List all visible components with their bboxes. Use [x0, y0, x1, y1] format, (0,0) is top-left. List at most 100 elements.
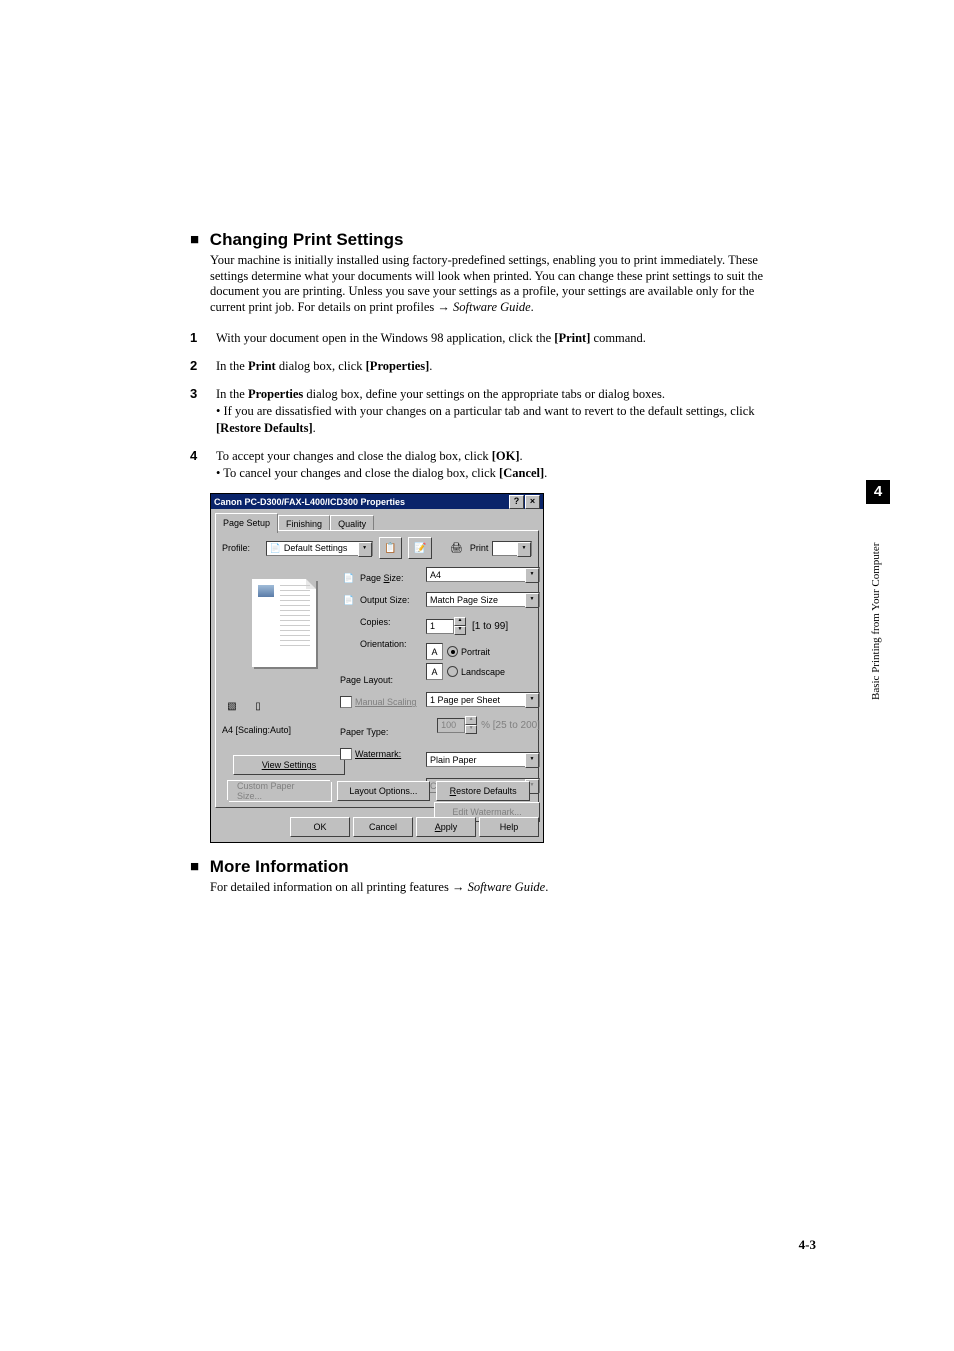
view-settings-button[interactable]: View Settings [233, 755, 345, 775]
software-guide-ref: Software Guide [453, 300, 531, 314]
help-icon[interactable]: ? [509, 495, 524, 509]
landscape-A-icon: A [426, 663, 443, 680]
t: dialog box, click [276, 359, 366, 373]
t: • To cancel your changes and close the d… [216, 466, 499, 480]
dialog-titlebar: Canon PC-D300/FAX-L400/ICD300 Properties… [211, 494, 543, 509]
step-number: 3 [190, 386, 216, 436]
t: For detailed information on all printing… [210, 880, 468, 894]
square-bullet-icon: ■ [190, 231, 199, 248]
t: . [520, 449, 523, 463]
chevron-down-icon[interactable]: ▼ [525, 593, 539, 608]
step-body: With your document open in the Windows 9… [216, 330, 784, 346]
page-size-icon: 📄 [340, 573, 358, 584]
page-layout-combo[interactable]: 1 Page per Sheet ▼ [426, 692, 540, 707]
more-info-paragraph: For detailed information on all printing… [210, 880, 784, 895]
t: command. [590, 331, 646, 345]
step-2: 2 In the Print dialog box, click [Proper… [190, 358, 784, 374]
print-dlg: Print [248, 359, 276, 373]
restore-defaults-ref: [Restore Defaults] [216, 421, 313, 435]
output-size-combo[interactable]: Match Page Size ▼ [426, 592, 540, 607]
help-button[interactable]: Help [479, 817, 539, 837]
paper-type-value: Plain Paper [430, 755, 477, 765]
scaling-spinner: 100 ▲▼ % [25 to 200] [426, 716, 540, 734]
chevron-down-icon[interactable]: ▼ [358, 542, 372, 557]
edit-profile-button[interactable]: 📝 [408, 537, 432, 559]
chevron-down-icon[interactable]: ▼ [525, 568, 539, 583]
copies-range: [1 to 99] [472, 621, 508, 632]
page-size-value: A4 [430, 570, 441, 580]
t: • If you are dissatisfied with your chan… [216, 404, 755, 418]
paper-type-combo[interactable]: Plain Paper ▼ [426, 752, 540, 767]
scaling-value: 100 [437, 718, 465, 733]
profile-icon: 📄 [270, 543, 281, 554]
spin-down-icon[interactable]: ▼ [454, 626, 466, 635]
dialog-button-row: OK Cancel Apply Help [215, 817, 539, 839]
step-number: 4 [190, 448, 216, 482]
copies-spinner[interactable]: 1 ▲▼ [1 to 99] [426, 617, 540, 635]
watermark-label: Watermark: [355, 749, 401, 759]
add-profile-button[interactable]: 📋 [379, 537, 403, 559]
t: . [544, 466, 547, 480]
page-layout-value: 1 Page per Sheet [430, 695, 500, 705]
hatch-icon[interactable]: ▧ [222, 697, 242, 715]
restore-defaults-button[interactable]: Restore Defaults [436, 781, 530, 801]
ok-button[interactable]: OK [290, 817, 350, 837]
orientation-label: Orientation: [360, 639, 407, 649]
output-method-combo[interactable]: ▼ [492, 541, 532, 556]
view-settings-label: View Settings [262, 760, 316, 770]
side-caption: Basic Printing from Your Computer [870, 520, 884, 700]
apply-button[interactable]: Apply [416, 817, 476, 837]
t: In the [216, 387, 248, 401]
chevron-down-icon[interactable]: ▼ [525, 753, 539, 768]
profile-combo[interactable]: 📄 Default Settings ▼ [266, 541, 373, 556]
chapter-tab: 4 [866, 480, 890, 504]
custom-paper-size-button: Custom Paper Size... [228, 781, 331, 801]
t: . [429, 359, 432, 373]
properties-dialog: Canon PC-D300/FAX-L400/ICD300 Properties… [210, 493, 544, 843]
page-size-combo[interactable]: A4 ▼ [426, 567, 540, 582]
layout-options-button[interactable]: Layout Options... [337, 781, 431, 801]
intro-paragraph: Your machine is initially installed usin… [210, 253, 784, 316]
step-3: 3 In the Properties dialog box, define y… [190, 386, 784, 436]
output-size-label: Output Size: [360, 595, 410, 605]
heading-text: More Information [210, 857, 349, 876]
heading-text: Changing Print Settings [210, 230, 404, 249]
page-number: 4-3 [799, 1237, 816, 1253]
inner-button-row: Custom Paper Size... Layout Options... R… [228, 781, 530, 801]
chevron-down-icon[interactable]: ▼ [517, 542, 531, 557]
portrait-radio-row: A Portrait [426, 643, 540, 660]
step-3-sub: • If you are dissatisfied with your chan… [216, 403, 784, 436]
section-heading-changing: ■ Changing Print Settings [190, 230, 784, 250]
manual-scaling-label: Manual Scaling [355, 697, 417, 707]
landscape-label: Landscape [461, 667, 505, 677]
spin-up-icon[interactable]: ▲ [454, 617, 466, 626]
manual-scaling-checkbox[interactable] [340, 696, 352, 708]
cancel-button[interactable]: Cancel [353, 817, 413, 837]
portrait-radio[interactable] [447, 646, 458, 657]
preview-mode-icons: ▧ ▯ [222, 697, 268, 715]
t: In the [216, 359, 248, 373]
properties-btn-ref: [Properties] [366, 359, 430, 373]
output-size-value: Match Page Size [430, 595, 498, 605]
chevron-down-icon[interactable]: ▼ [525, 693, 539, 708]
watermark-checkbox[interactable] [340, 748, 352, 760]
page-layout-label: Page Layout: [340, 675, 393, 685]
t: To accept your changes and close the dia… [216, 449, 492, 463]
square-bullet-icon: ■ [190, 858, 199, 875]
step-4: 4 To accept your changes and close the d… [190, 448, 784, 482]
print-cmd: [Print] [554, 331, 590, 345]
landscape-radio-row: A Landscape [426, 663, 540, 680]
dialog-title-text: Canon PC-D300/FAX-L400/ICD300 Properties [214, 497, 405, 507]
page-icon[interactable]: ▯ [248, 697, 268, 715]
output-size-icon: 📄 [340, 595, 358, 606]
period: . [531, 300, 534, 314]
steps-list: 1 With your document open in the Windows… [190, 330, 784, 482]
cancel-ref: [Cancel] [499, 466, 544, 480]
tab-page-setup[interactable]: Page Setup [215, 513, 278, 533]
step-1: 1 With your document open in the Windows… [190, 330, 784, 346]
output-method-label: Print [470, 543, 489, 553]
close-icon[interactable]: × [525, 495, 540, 509]
profile-value: Default Settings [284, 543, 348, 553]
landscape-radio[interactable] [447, 666, 458, 677]
copies-value[interactable]: 1 [426, 619, 454, 634]
